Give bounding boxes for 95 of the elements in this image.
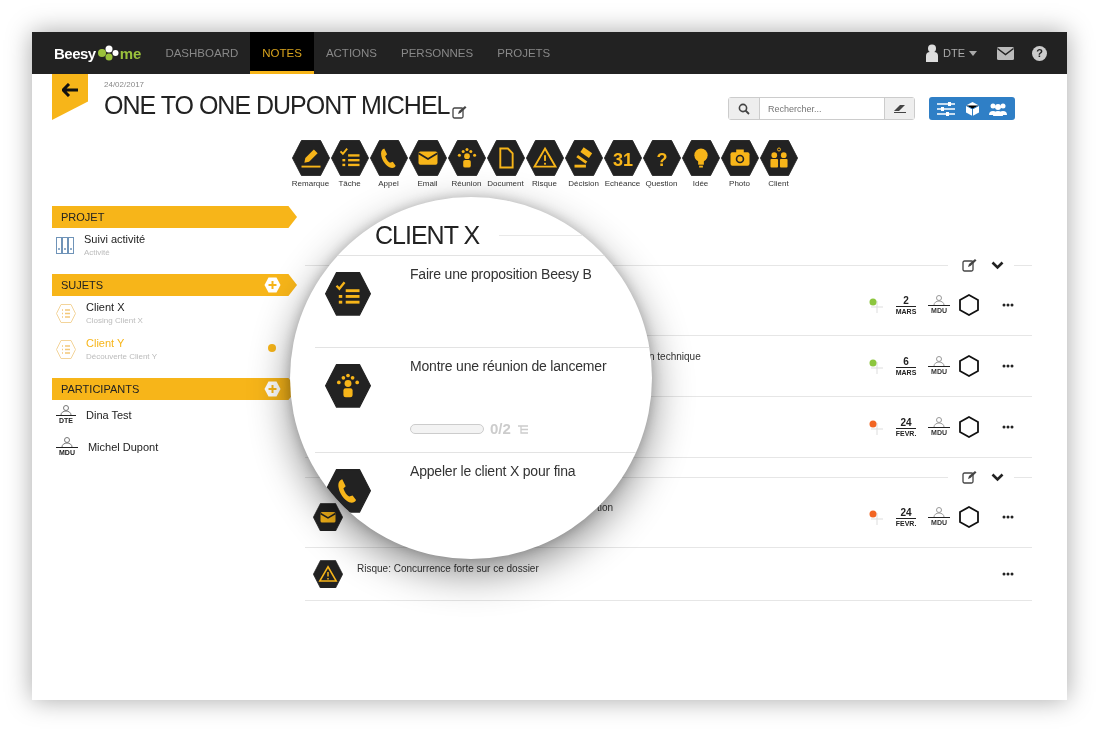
- list-hexagon-icon: [56, 303, 76, 323]
- nav-tab[interactable]: PROJETS: [485, 32, 563, 74]
- note-type-button[interactable]: Document: [486, 140, 525, 189]
- note-type-button[interactable]: Idée: [681, 140, 720, 189]
- checklist-icon: [330, 140, 369, 177]
- selection-dot: [268, 344, 276, 353]
- note-type-button[interactable]: Email: [408, 140, 447, 189]
- note-text: Appeler le client X pour fina: [410, 463, 576, 479]
- note-type-button[interactable]: Appel: [369, 140, 408, 189]
- envelope-icon[interactable]: [997, 46, 1014, 60]
- note-date: 24/02/2017: [104, 80, 146, 89]
- item-name: Client X: [86, 301, 126, 314]
- search-button[interactable]: [729, 98, 759, 119]
- item-name: Michel Dupont: [87, 441, 159, 454]
- note-type-button[interactable]: 31 Echéance: [603, 140, 642, 189]
- hexagon-icon[interactable]: [958, 355, 980, 378]
- item-subtitle: Activité: [84, 248, 111, 258]
- note-type-button[interactable]: ? Question: [642, 140, 681, 189]
- nav-tab[interactable]: PERSONNES: [389, 32, 486, 74]
- item-subtitle: Découverte Client Y: [86, 352, 157, 362]
- note-text: Montre une réunion de lancemer: [410, 358, 607, 374]
- nav-tab[interactable]: DASHBOARD: [153, 32, 251, 74]
- nav-tab[interactable]: NOTES: [250, 32, 314, 74]
- note-type-button[interactable]: Réunion: [447, 140, 486, 189]
- item-name: Dina Test: [86, 409, 132, 422]
- edit-icon[interactable]: [962, 470, 977, 485]
- subtask-icon: [516, 423, 529, 434]
- logo-text: Beesy: [54, 44, 96, 62]
- nav-tab[interactable]: ACTIONS: [313, 32, 389, 74]
- note-text: Risque: Concurrence forte sur ce dossier: [357, 563, 539, 575]
- envelope-icon: [313, 502, 343, 532]
- chevron-down-icon[interactable]: [991, 260, 1004, 270]
- note-type-button[interactable]: Risque: [525, 140, 564, 189]
- more-icon[interactable]: [1002, 425, 1014, 430]
- status-dot-icon: [868, 358, 885, 375]
- document-icon: [486, 140, 525, 177]
- eraser-icon: [892, 103, 907, 114]
- cube-icon: [965, 101, 979, 116]
- arrow-left-icon: [62, 83, 78, 97]
- user-menu-button[interactable]: DTE: [925, 44, 977, 62]
- search-icon: [738, 102, 750, 115]
- hexagon-icon[interactable]: [958, 506, 980, 529]
- question-icon: ?: [642, 140, 681, 177]
- note-type-button[interactable]: Client: [759, 140, 798, 189]
- note-type-button[interactable]: Tâche: [330, 140, 369, 189]
- phone-icon: [325, 469, 371, 513]
- more-icon[interactable]: [1002, 303, 1014, 308]
- checklist-icon: [325, 272, 371, 316]
- phone-icon: [369, 140, 408, 177]
- note-type-button[interactable]: Décision: [564, 140, 603, 189]
- help-button[interactable]: ?: [1032, 45, 1047, 61]
- list-hexagon-icon: [56, 339, 76, 359]
- hexagon-icon[interactable]: [958, 294, 980, 317]
- calendar-icon: 31: [603, 140, 642, 177]
- note-type-button[interactable]: Remarque: [291, 140, 330, 189]
- sidebar-item[interactable]: Suivi activité Activité: [52, 228, 288, 263]
- user-icon: [925, 44, 939, 62]
- sliders-icon: [937, 101, 955, 116]
- people-icon: [988, 101, 1008, 116]
- hexagon-icon[interactable]: [958, 416, 980, 439]
- more-icon[interactable]: [1002, 515, 1014, 520]
- logo-text: me: [119, 44, 142, 62]
- note-text: Faire une proposition Beesy B: [410, 266, 592, 282]
- more-icon[interactable]: [1002, 364, 1014, 369]
- caret-icon: [969, 50, 977, 56]
- hexagon-cluster-icon: [96, 45, 119, 61]
- section-title: SUJETS: [61, 279, 104, 292]
- gavel-icon: [564, 140, 603, 177]
- item-name: Suivi activité: [84, 233, 146, 246]
- clear-button[interactable]: [884, 98, 914, 119]
- search-box[interactable]: Rechercher...: [728, 97, 915, 120]
- group-icon: [325, 364, 371, 408]
- edit-icon[interactable]: [962, 258, 977, 273]
- status-dot-icon: [868, 419, 885, 436]
- warning-icon: [313, 559, 343, 589]
- more-icon[interactable]: [1002, 572, 1014, 577]
- chevron-down-icon[interactable]: [991, 472, 1004, 482]
- group-icon: [447, 140, 486, 177]
- back-button[interactable]: [52, 74, 88, 120]
- warning-icon: [525, 140, 564, 177]
- section-title: PROJET: [61, 211, 105, 224]
- status-dot-icon: [868, 509, 885, 526]
- pencil-icon: [291, 140, 330, 177]
- edit-icon[interactable]: [451, 105, 467, 119]
- item-name: Client Y: [86, 337, 126, 350]
- people-icon: [759, 140, 798, 177]
- camera-icon: [720, 140, 759, 177]
- lightbulb-icon: [681, 140, 720, 177]
- binder-icon: [56, 236, 74, 254]
- note-title: ONE TO ONE DUPONT MICHEL: [104, 91, 450, 119]
- envelope-icon: [408, 140, 447, 177]
- status-dot-icon: [868, 297, 885, 314]
- section-title: PARTICIPANTS: [61, 383, 140, 396]
- note-type-button[interactable]: Photo: [720, 140, 759, 189]
- section-title: CLIENT X: [375, 220, 480, 250]
